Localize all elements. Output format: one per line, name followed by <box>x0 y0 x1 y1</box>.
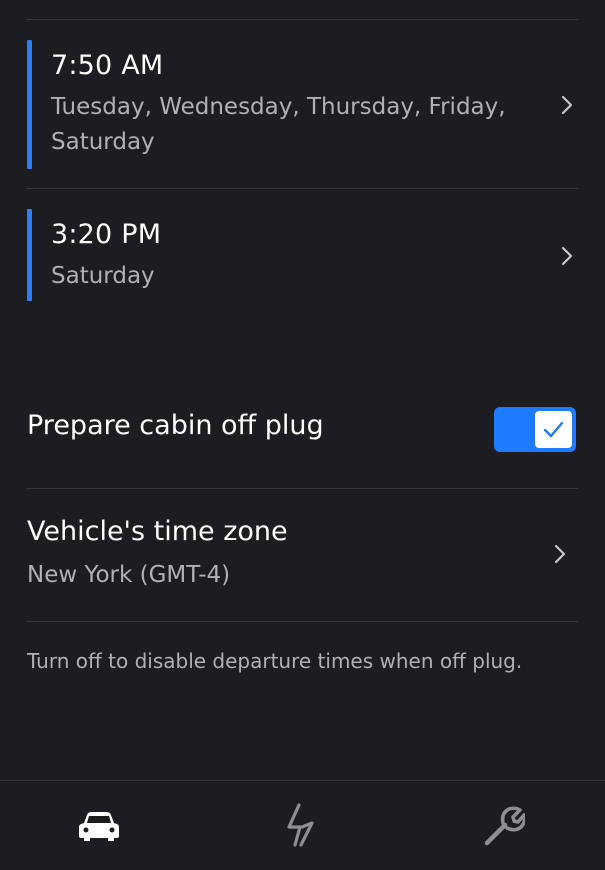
schedule-accent-bar <box>27 40 32 169</box>
toggle-divider <box>27 488 578 489</box>
chevron-right-icon <box>549 543 571 565</box>
schedule-days: Saturday <box>51 263 155 289</box>
schedule-days: Tuesday, Wednesday, Thursday, Friday, Sa… <box>51 94 506 155</box>
time-zone-row[interactable]: Vehicle's time zone New York (GMT-4) <box>0 490 605 620</box>
helper-text: Turn off to disable departure times when… <box>27 649 523 673</box>
time-zone-title: Vehicle's time zone <box>27 516 288 547</box>
checkmark-icon <box>543 421 564 438</box>
chevron-right-icon <box>556 94 578 116</box>
time-zone-divider <box>27 621 578 622</box>
prepare-cabin-toggle[interactable] <box>494 407 576 452</box>
chevron-right-icon <box>556 245 578 267</box>
car-icon[interactable] <box>78 809 120 843</box>
departure-schedule-item[interactable]: 3:20 PM Saturday <box>27 209 578 301</box>
schedule-time: 7:50 AM <box>51 50 164 81</box>
top-divider <box>27 19 578 20</box>
schedule-time: 3:20 PM <box>51 219 162 250</box>
wrench-icon[interactable] <box>483 805 525 847</box>
time-zone-value: New York (GMT-4) <box>27 562 231 588</box>
schedule-divider <box>27 188 578 189</box>
schedule-accent-bar <box>27 209 32 301</box>
lightning-icon[interactable] <box>286 803 316 847</box>
toggle-knob <box>535 411 572 448</box>
bottom-tab-bar <box>0 780 605 870</box>
prepare-cabin-label: Prepare cabin off plug <box>27 410 324 441</box>
departure-schedule-item[interactable]: 7:50 AM Tuesday, Wednesday, Thursday, Fr… <box>27 40 578 169</box>
